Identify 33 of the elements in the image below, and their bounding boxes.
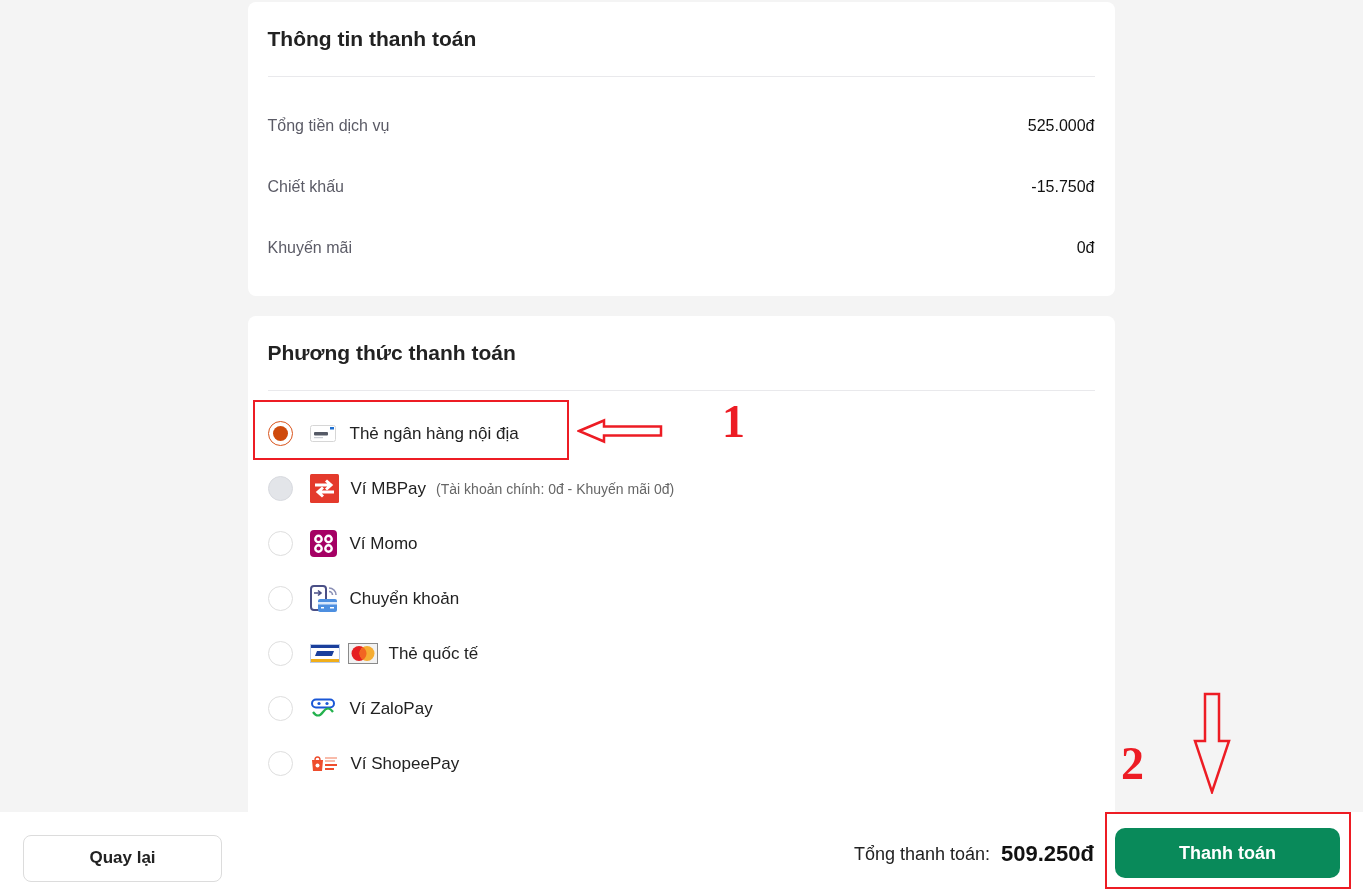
payment-method-label: Ví ShopeePay: [350, 753, 460, 774]
phone-card-icon: [309, 584, 338, 613]
total-label: Tổng thanh toán:: [853, 843, 991, 865]
card-title: Phương thức thanh toán: [267, 341, 516, 365]
balance-note: (Tài khoản chính: 0đ - Khuyến mãi 0đ): [436, 480, 675, 497]
shopping-bag-icon: [309, 755, 339, 772]
left-arrow-icon: [577, 418, 663, 444]
total-amount: 509.250đ: [1001, 841, 1094, 867]
down-arrow-icon: [1193, 692, 1231, 794]
payment-method-label: Ví Momo: [349, 533, 418, 554]
payment-method-label: Ví MBPay: [350, 478, 427, 499]
summary-value: 525.000đ: [1027, 116, 1095, 135]
radio-button[interactable]: [267, 421, 293, 446]
bank-card-icon: [309, 425, 336, 442]
summary-value: 0đ: [1076, 238, 1095, 257]
rings-tile-icon: [309, 530, 337, 557]
logo-mark-icon: [309, 697, 336, 720]
credit-card-icon: [309, 644, 340, 663]
step-number: 2: [1121, 741, 1144, 787]
payment-method-label: Thẻ quốc tế: [388, 643, 479, 664]
payment-method-label: Thẻ ngân hàng nội địa: [349, 423, 519, 444]
step-number: 1: [722, 399, 745, 445]
summary-value: -15.750đ: [1031, 177, 1095, 196]
payment-method-label: Chuyển khoản: [349, 588, 460, 609]
card-title: Thông tin thanh toán: [267, 27, 477, 51]
overlapping-circles-icon: [347, 643, 378, 664]
payment-method-label: Ví ZaloPay: [349, 698, 433, 719]
swap-arrows-icon: [309, 474, 339, 503]
back-button[interactable]: Quay lại: [23, 834, 222, 882]
pay-button[interactable]: Thanh toán: [1115, 828, 1340, 878]
summary-label: Khuyến mãi: [267, 238, 352, 257]
summary-label: Chiết khấu: [267, 177, 344, 196]
summary-label: Tổng tiền dịch vụ: [267, 116, 390, 135]
